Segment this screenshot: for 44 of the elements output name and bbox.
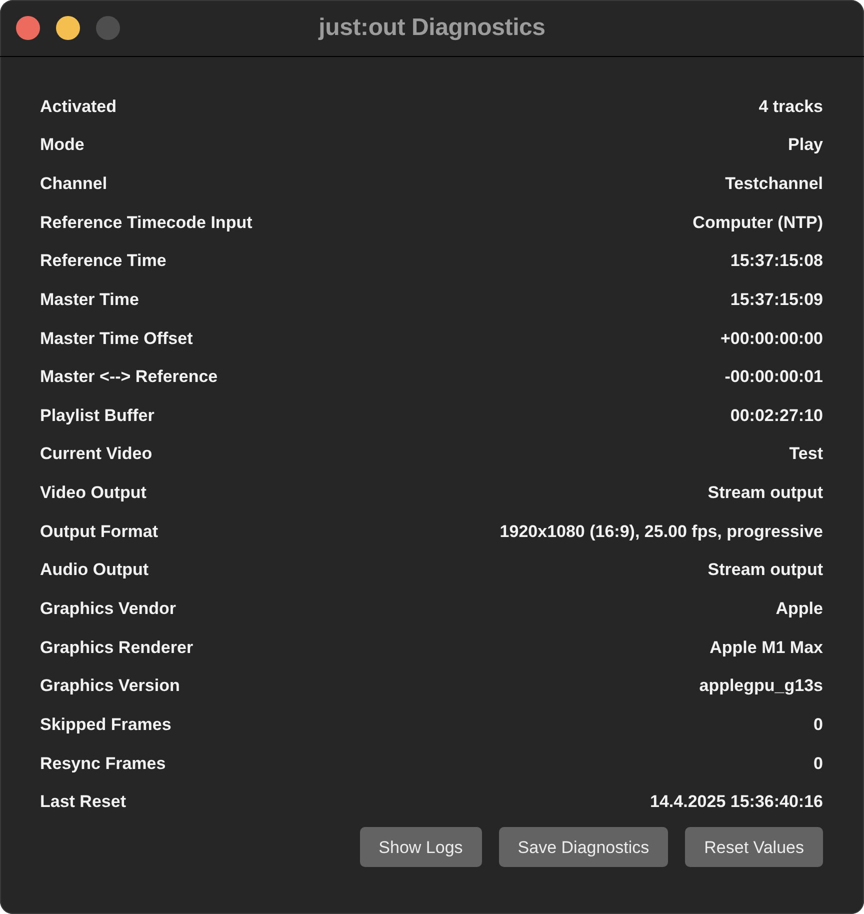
field-value: Computer (NTP) [692, 212, 823, 234]
field-label: Playlist Buffer [40, 404, 154, 427]
field-value: 15:37:15:08 [730, 250, 823, 272]
field-label: Graphics Vendor [40, 598, 176, 620]
field-value: 00:02:27:10 [730, 404, 823, 427]
field-label: Mode [40, 134, 84, 156]
field-label: Current Video [40, 443, 152, 466]
field-value: -00:00:00:01 [724, 366, 823, 388]
field-label: Video Output [40, 482, 146, 504]
field-label: Activated [40, 96, 117, 118]
field-value: Apple [776, 598, 823, 620]
field-label: Audio Output [40, 559, 149, 582]
field-value: 1920x1080 (16:9), 25.00 fps, progressive [500, 520, 823, 543]
field-value: 0 [814, 714, 823, 736]
field-value: Apple M1 Max [710, 636, 823, 659]
field-label: Master Time [40, 288, 139, 311]
field-label: Master Time Offset [40, 328, 193, 350]
minimize-button[interactable] [56, 16, 80, 40]
field-label: Graphics Version [40, 675, 180, 698]
field-label: Skipped Frames [40, 714, 172, 736]
field-label: Resync Frames [40, 752, 166, 775]
field-value: Stream output [708, 482, 823, 504]
field-label: Reference Timecode Input [40, 212, 252, 234]
field-value: Play [788, 134, 823, 156]
action-button[interactable]: Show Logs [360, 827, 482, 868]
field-value: 14.4.2025 15:36:40:16 [650, 791, 823, 814]
field-value: Test [789, 443, 823, 466]
field-value: +00:00:00:00 [720, 328, 823, 350]
action-button[interactable]: Save Diagnostics [498, 827, 668, 868]
action-button[interactable]: Reset Values [685, 827, 823, 868]
field-label: Output Format [40, 520, 158, 543]
field-label: Graphics Renderer [40, 636, 194, 659]
field-label: Channel [40, 172, 108, 195]
field-value: 15:37:15:09 [730, 288, 823, 311]
field-value: Testchannel [725, 172, 823, 195]
field-label: Reference Time [40, 250, 166, 272]
close-button[interactable] [16, 16, 40, 40]
window-title: just:out Diagnostics [318, 13, 546, 43]
field-value: 4 tracks [758, 96, 823, 118]
field-value: applegpu_g13s [699, 675, 823, 698]
field-value: 0 [814, 752, 823, 775]
field-label: Last Reset [40, 791, 126, 814]
field-value: Stream output [708, 559, 823, 582]
field-label: Master <--> Reference [40, 366, 218, 388]
